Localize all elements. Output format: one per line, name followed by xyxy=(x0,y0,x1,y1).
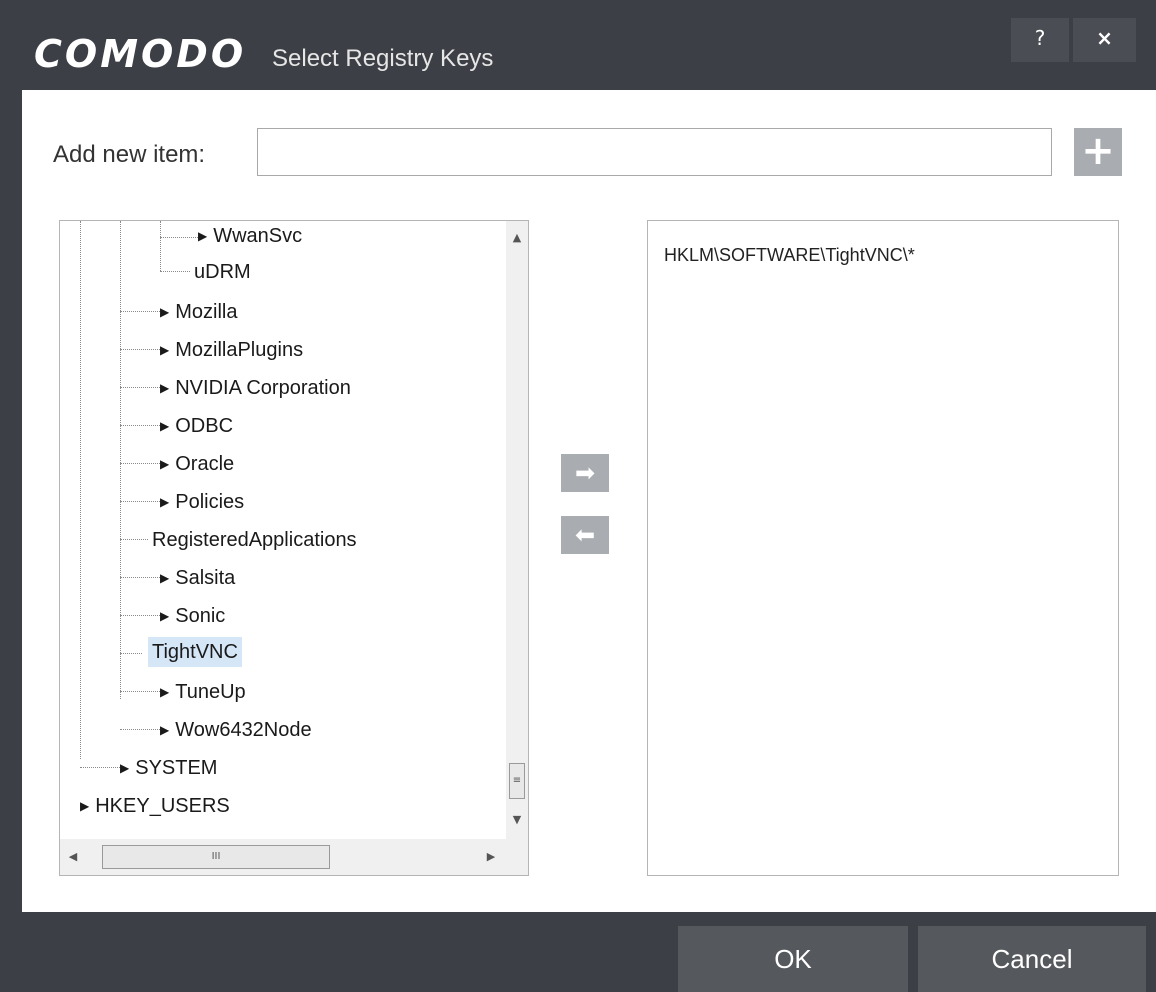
tree-item-mozilla[interactable]: ▶ Mozilla xyxy=(160,299,237,325)
scroll-left-icon[interactable]: ◀ xyxy=(62,846,84,868)
expand-arrow-icon[interactable]: ▶ xyxy=(160,609,169,623)
expand-arrow-icon[interactable]: ▶ xyxy=(80,799,89,813)
expand-arrow-icon[interactable]: ▶ xyxy=(160,685,169,699)
horizontal-scroll-thumb[interactable]: III xyxy=(102,845,330,869)
scroll-down-icon[interactable]: ▼ xyxy=(506,809,528,831)
scrollbar-corner xyxy=(506,839,528,875)
tree-vertical-scrollbar[interactable]: ▲ ≡ ▼ xyxy=(506,221,528,839)
add-to-list-button[interactable]: ➡ xyxy=(561,454,609,492)
list-item[interactable]: HKLM\SOFTWARE\TightVNC\* xyxy=(664,245,915,266)
expand-arrow-icon[interactable]: ▶ xyxy=(160,343,169,357)
tree-item-registeredapplications[interactable]: RegisteredApplications xyxy=(152,527,357,553)
tree-item-policies[interactable]: ▶ Policies xyxy=(160,489,244,515)
tree-item-udrm[interactable]: uDRM xyxy=(194,259,251,285)
add-item-input[interactable] xyxy=(257,128,1052,176)
tree-item-odbc[interactable]: ▶ ODBC xyxy=(160,413,233,439)
dialog-title: Select Registry Keys xyxy=(272,45,494,72)
expand-arrow-icon[interactable]: ▶ xyxy=(160,571,169,585)
comodo-logo: COMODO xyxy=(34,32,247,76)
registry-tree: ▶ WwanSvc uDRM ▶ Mozilla ▶ MozillaPlugins ▶… xyxy=(60,221,506,839)
tree-item-mozillaplugins[interactable]: ▶ MozillaPlugins xyxy=(160,337,303,363)
expand-arrow-icon[interactable]: ▶ xyxy=(160,381,169,395)
tree-horizontal-scrollbar[interactable]: ◀ III ▶ xyxy=(60,839,506,875)
add-item-button[interactable]: + xyxy=(1074,128,1122,176)
tree-item-tuneup[interactable]: ▶ TuneUp xyxy=(160,679,246,705)
expand-arrow-icon[interactable]: ▶ xyxy=(120,761,129,775)
tree-item-oracle[interactable]: ▶ Oracle xyxy=(160,451,234,477)
add-item-label: Add new item: xyxy=(53,141,206,168)
dialog-content: Add new item: + ▶ WwanSvc uDRM ▶ Mozilla… xyxy=(22,90,1156,912)
cancel-button[interactable]: Cancel xyxy=(918,926,1146,992)
scroll-right-icon[interactable]: ▶ xyxy=(480,846,502,868)
expand-arrow-icon[interactable]: ▶ xyxy=(160,419,169,433)
tree-item-salsita[interactable]: ▶ Salsita xyxy=(160,565,235,591)
tree-item-wwansvc[interactable]: ▶ WwanSvc xyxy=(198,223,302,249)
expand-arrow-icon[interactable]: ▶ xyxy=(160,457,169,471)
dialog-footer: OK Cancel xyxy=(0,912,1156,992)
close-button[interactable]: × xyxy=(1073,18,1136,62)
expand-arrow-icon[interactable]: ▶ xyxy=(198,229,207,243)
remove-from-list-button[interactable]: ⬅ xyxy=(561,516,609,554)
help-button[interactable]: ? xyxy=(1011,18,1069,62)
expand-arrow-icon[interactable]: ▶ xyxy=(160,305,169,319)
expand-arrow-icon[interactable]: ▶ xyxy=(160,495,169,509)
ok-button[interactable]: OK xyxy=(678,926,908,992)
tree-item-hkey-users[interactable]: ▶ HKEY_USERS xyxy=(80,793,230,819)
scroll-up-icon[interactable]: ▲ xyxy=(506,227,528,249)
tree-item-system[interactable]: ▶ SYSTEM xyxy=(120,755,217,781)
tree-item-sonic[interactable]: ▶ Sonic xyxy=(160,603,225,629)
tree-item-tightvnc[interactable]: TightVNC xyxy=(148,637,242,667)
expand-arrow-icon[interactable]: ▶ xyxy=(160,723,169,737)
selected-keys-list: HKLM\SOFTWARE\TightVNC\* xyxy=(647,220,1119,876)
tree-item-wow6432node[interactable]: ▶ Wow6432Node xyxy=(160,717,312,743)
registry-tree-panel: ▶ WwanSvc uDRM ▶ Mozilla ▶ MozillaPlugins ▶… xyxy=(59,220,529,876)
tree-item-nvidia-corporation[interactable]: ▶ NVIDIA Corporation xyxy=(160,375,351,401)
title-bar: COMODO Select Registry Keys ? × xyxy=(0,0,1156,90)
vertical-scroll-thumb[interactable]: ≡ xyxy=(509,763,525,799)
